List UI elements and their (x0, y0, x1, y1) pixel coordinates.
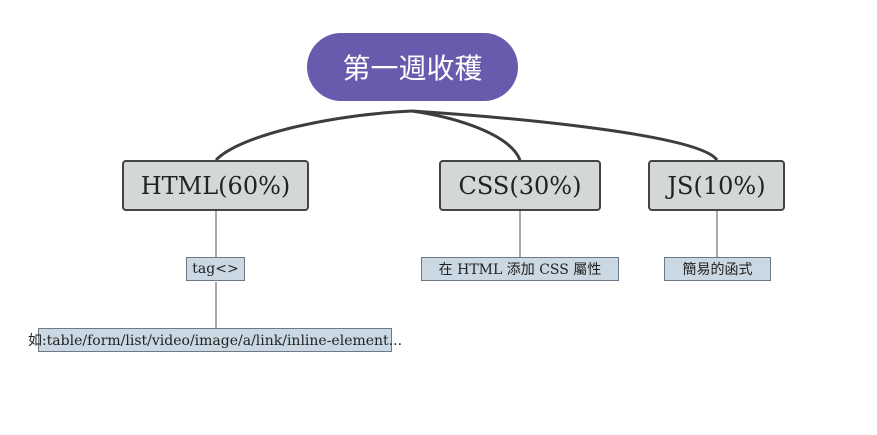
connector-root-css (411, 109, 522, 161)
root-node[interactable]: 第一週收穫 (307, 33, 518, 101)
branch-css[interactable]: CSS(30%) (439, 160, 601, 211)
branch-html-label: HTML(60%) (140, 171, 291, 200)
leaf-css-label: 在 HTML 添加 CSS 屬性 (438, 262, 602, 278)
connector-root-html (214, 109, 413, 162)
branch-js[interactable]: JS(10%) (648, 160, 785, 211)
leaf-css[interactable]: 在 HTML 添加 CSS 屬性 (421, 257, 619, 281)
leaf-html-tag-label: tag<> (192, 261, 239, 277)
branch-html[interactable]: HTML(60%) (122, 160, 309, 211)
connector-root-js (411, 109, 719, 162)
branch-css-label: CSS(30%) (458, 171, 582, 200)
leaf-html-tag[interactable]: tag<> (186, 257, 245, 281)
root-label: 第一週收穫 (342, 52, 483, 85)
branch-js-label: JS(10%) (667, 171, 766, 200)
leaf-html-examples-label: 如:table/form/list/video/image/a/link/inl… (27, 333, 403, 349)
leaf-html-examples[interactable]: 如:table/form/list/video/image/a/link/inl… (28, 328, 402, 352)
leaf-js-label: 簡易的函式 (682, 262, 753, 278)
leaf-js[interactable]: 簡易的函式 (664, 257, 771, 281)
